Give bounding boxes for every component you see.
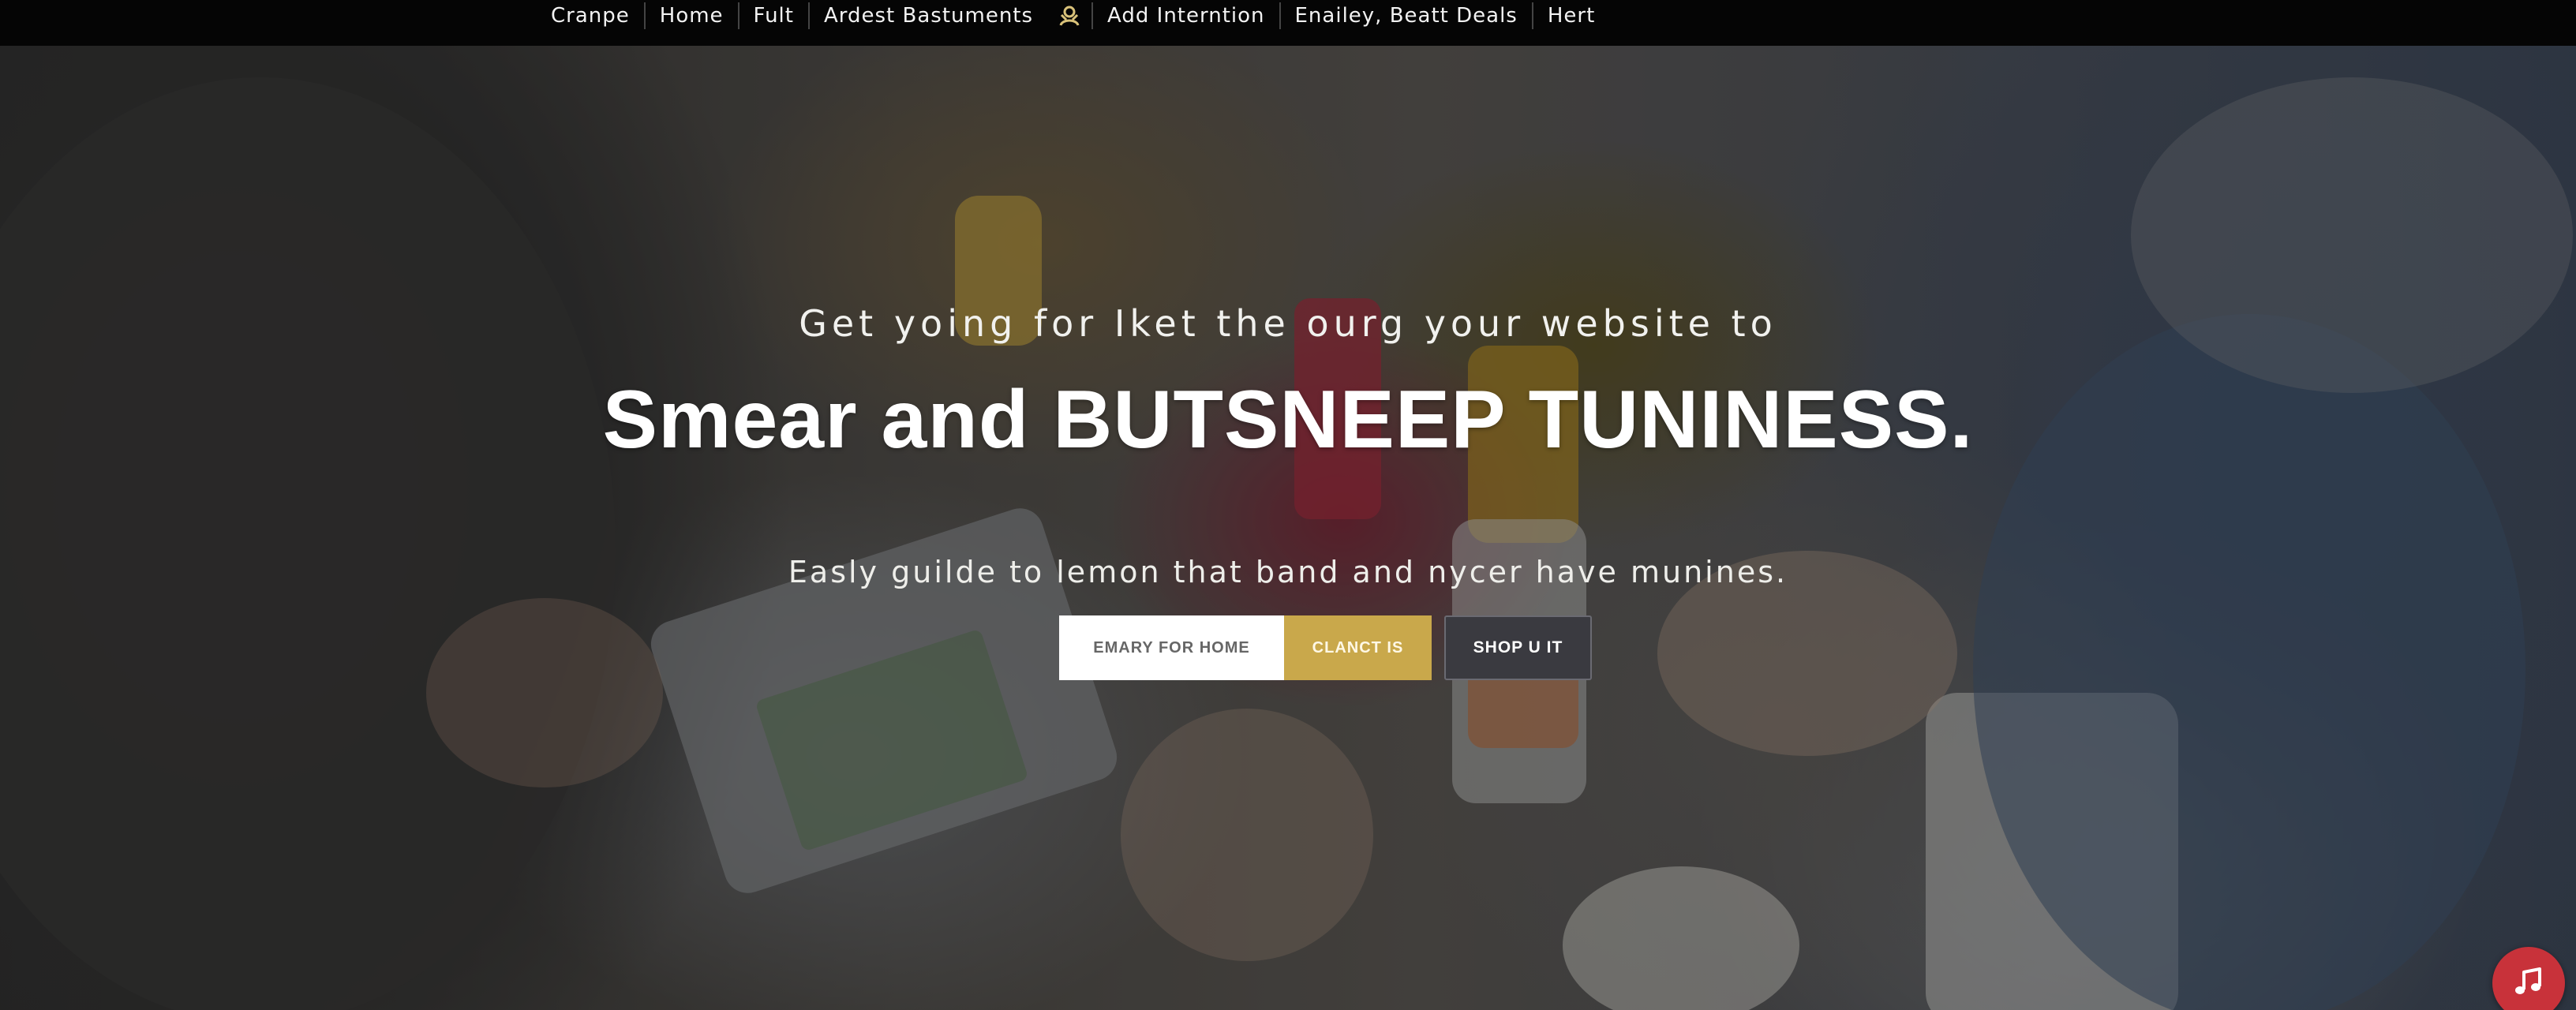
nav-item-home[interactable]: Home: [646, 0, 738, 32]
person-icon[interactable]: [1047, 0, 1091, 32]
nav-item-deals[interactable]: Enailey, Beatt Deals: [1281, 0, 1532, 32]
nav-item-hert[interactable]: Hert: [1533, 0, 1609, 32]
hero-tagline: Easly guilde to lemon that band and nyce…: [788, 555, 1788, 589]
shop-button[interactable]: SHOP U IT: [1444, 615, 1592, 680]
hero-section: Get yoing for Iket the ourg your website…: [0, 46, 2576, 1010]
nav-item-ardest-bastuments[interactable]: Ardest Bastuments: [810, 0, 1047, 32]
hero-subtitle: Get yoing for Iket the ourg your website…: [799, 302, 1777, 345]
nav-item-add-interntion[interactable]: Add Interntion: [1093, 0, 1279, 32]
contact-button[interactable]: CLANCT IS: [1284, 615, 1432, 680]
top-navigation: Cranpe Home Fult Ardest Bastuments Add I…: [0, 0, 2576, 46]
nav-menu: Cranpe Home Fult Ardest Bastuments Add I…: [537, 0, 1609, 32]
hero-content: Get yoing for Iket the ourg your website…: [0, 46, 2576, 1010]
nav-item-cranpe[interactable]: Cranpe: [537, 0, 644, 32]
nav-item-fult[interactable]: Fult: [739, 0, 808, 32]
music-note-icon: [2510, 963, 2548, 1004]
hero-headline: Smear and BUTSNEEP TUNINESS.: [602, 374, 1974, 466]
email-input[interactable]: [1059, 615, 1284, 680]
signup-form: CLANCT IS SHOP U IT: [1059, 615, 1592, 680]
